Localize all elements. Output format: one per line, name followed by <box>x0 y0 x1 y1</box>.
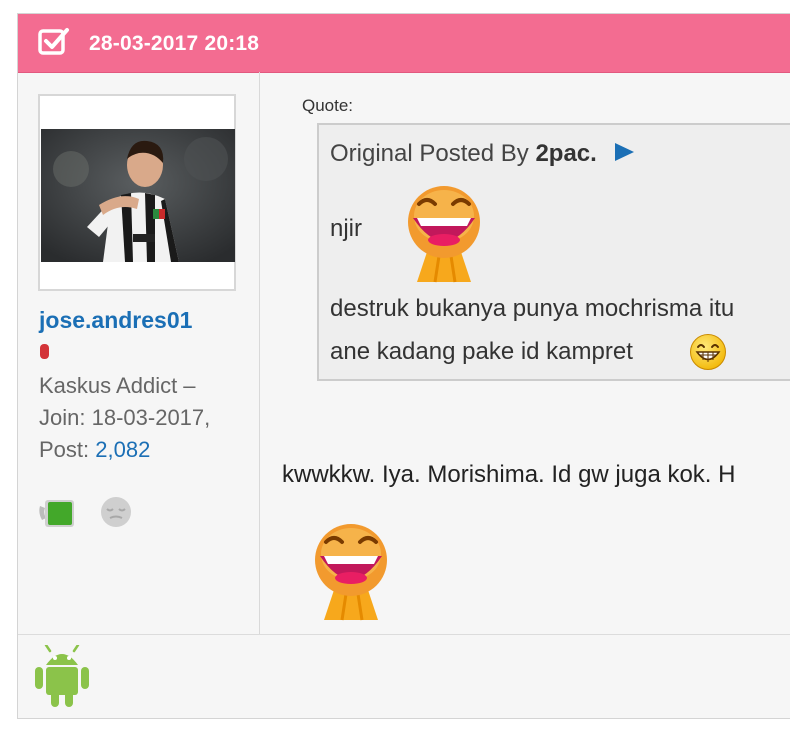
join-label: Join: <box>39 405 86 430</box>
avatar-photo <box>41 129 235 262</box>
quote-line-3: ane kadang pake id kampret <box>330 338 633 365</box>
user-meta: Kaskus Addict – Join: 18-03-2017, Post: … <box>39 370 239 466</box>
play-arrow-icon[interactable] <box>613 142 635 162</box>
user-sidebar: jose.andres01 Kaskus Addict – Join: 18-0… <box>18 72 260 634</box>
join-date-line: Join: 18-03-2017, <box>39 402 239 434</box>
post-label: Post: <box>39 437 90 462</box>
checkbox-icon <box>38 28 69 55</box>
quote-line-1: njir <box>330 215 363 242</box>
android-icon <box>35 645 89 707</box>
post-footer <box>18 634 790 718</box>
post-date: 28-03-2017 20:18 <box>89 32 260 55</box>
quote-posted-by: Original Posted By <box>330 140 529 167</box>
quote-header: Original Posted By 2pac. <box>330 140 635 168</box>
post-header: 28-03-2017 20:18 <box>18 14 790 73</box>
sleepy-face-badge-icon[interactable] <box>100 496 132 528</box>
avatar[interactable] <box>38 94 236 291</box>
post-content: Quote: Original Posted By 2pac. njir des… <box>260 72 790 634</box>
online-status-indicator <box>40 344 49 359</box>
post-count-link[interactable]: 2,082 <box>95 437 150 462</box>
mug-badge-icon[interactable] <box>38 498 76 528</box>
user-rank: Kaskus Addict – <box>39 373 196 398</box>
join-date: 18-03-2017, <box>91 405 211 430</box>
post-count-line: Post: 2,082 <box>39 434 239 466</box>
quote-box: Original Posted By 2pac. njir destruk bu… <box>317 123 790 381</box>
reply-text: kwwkkw. Iya. Morishima. Id gw juga kok. … <box>282 461 736 488</box>
username-link[interactable]: jose.andres01 <box>39 307 192 334</box>
grinning-emoji-icon <box>690 334 726 370</box>
laughing-emoji-icon <box>315 524 387 621</box>
quote-label: Quote: <box>302 96 354 115</box>
laughing-emoji-icon <box>408 186 480 283</box>
quote-line-2: destruk bukanya punya mochrisma itu <box>330 295 735 322</box>
quote-author-link[interactable]: 2pac. <box>535 140 596 167</box>
post-container: 28-03-2017 20:18 jose.andres01 Kaskus Ad… <box>17 13 790 719</box>
